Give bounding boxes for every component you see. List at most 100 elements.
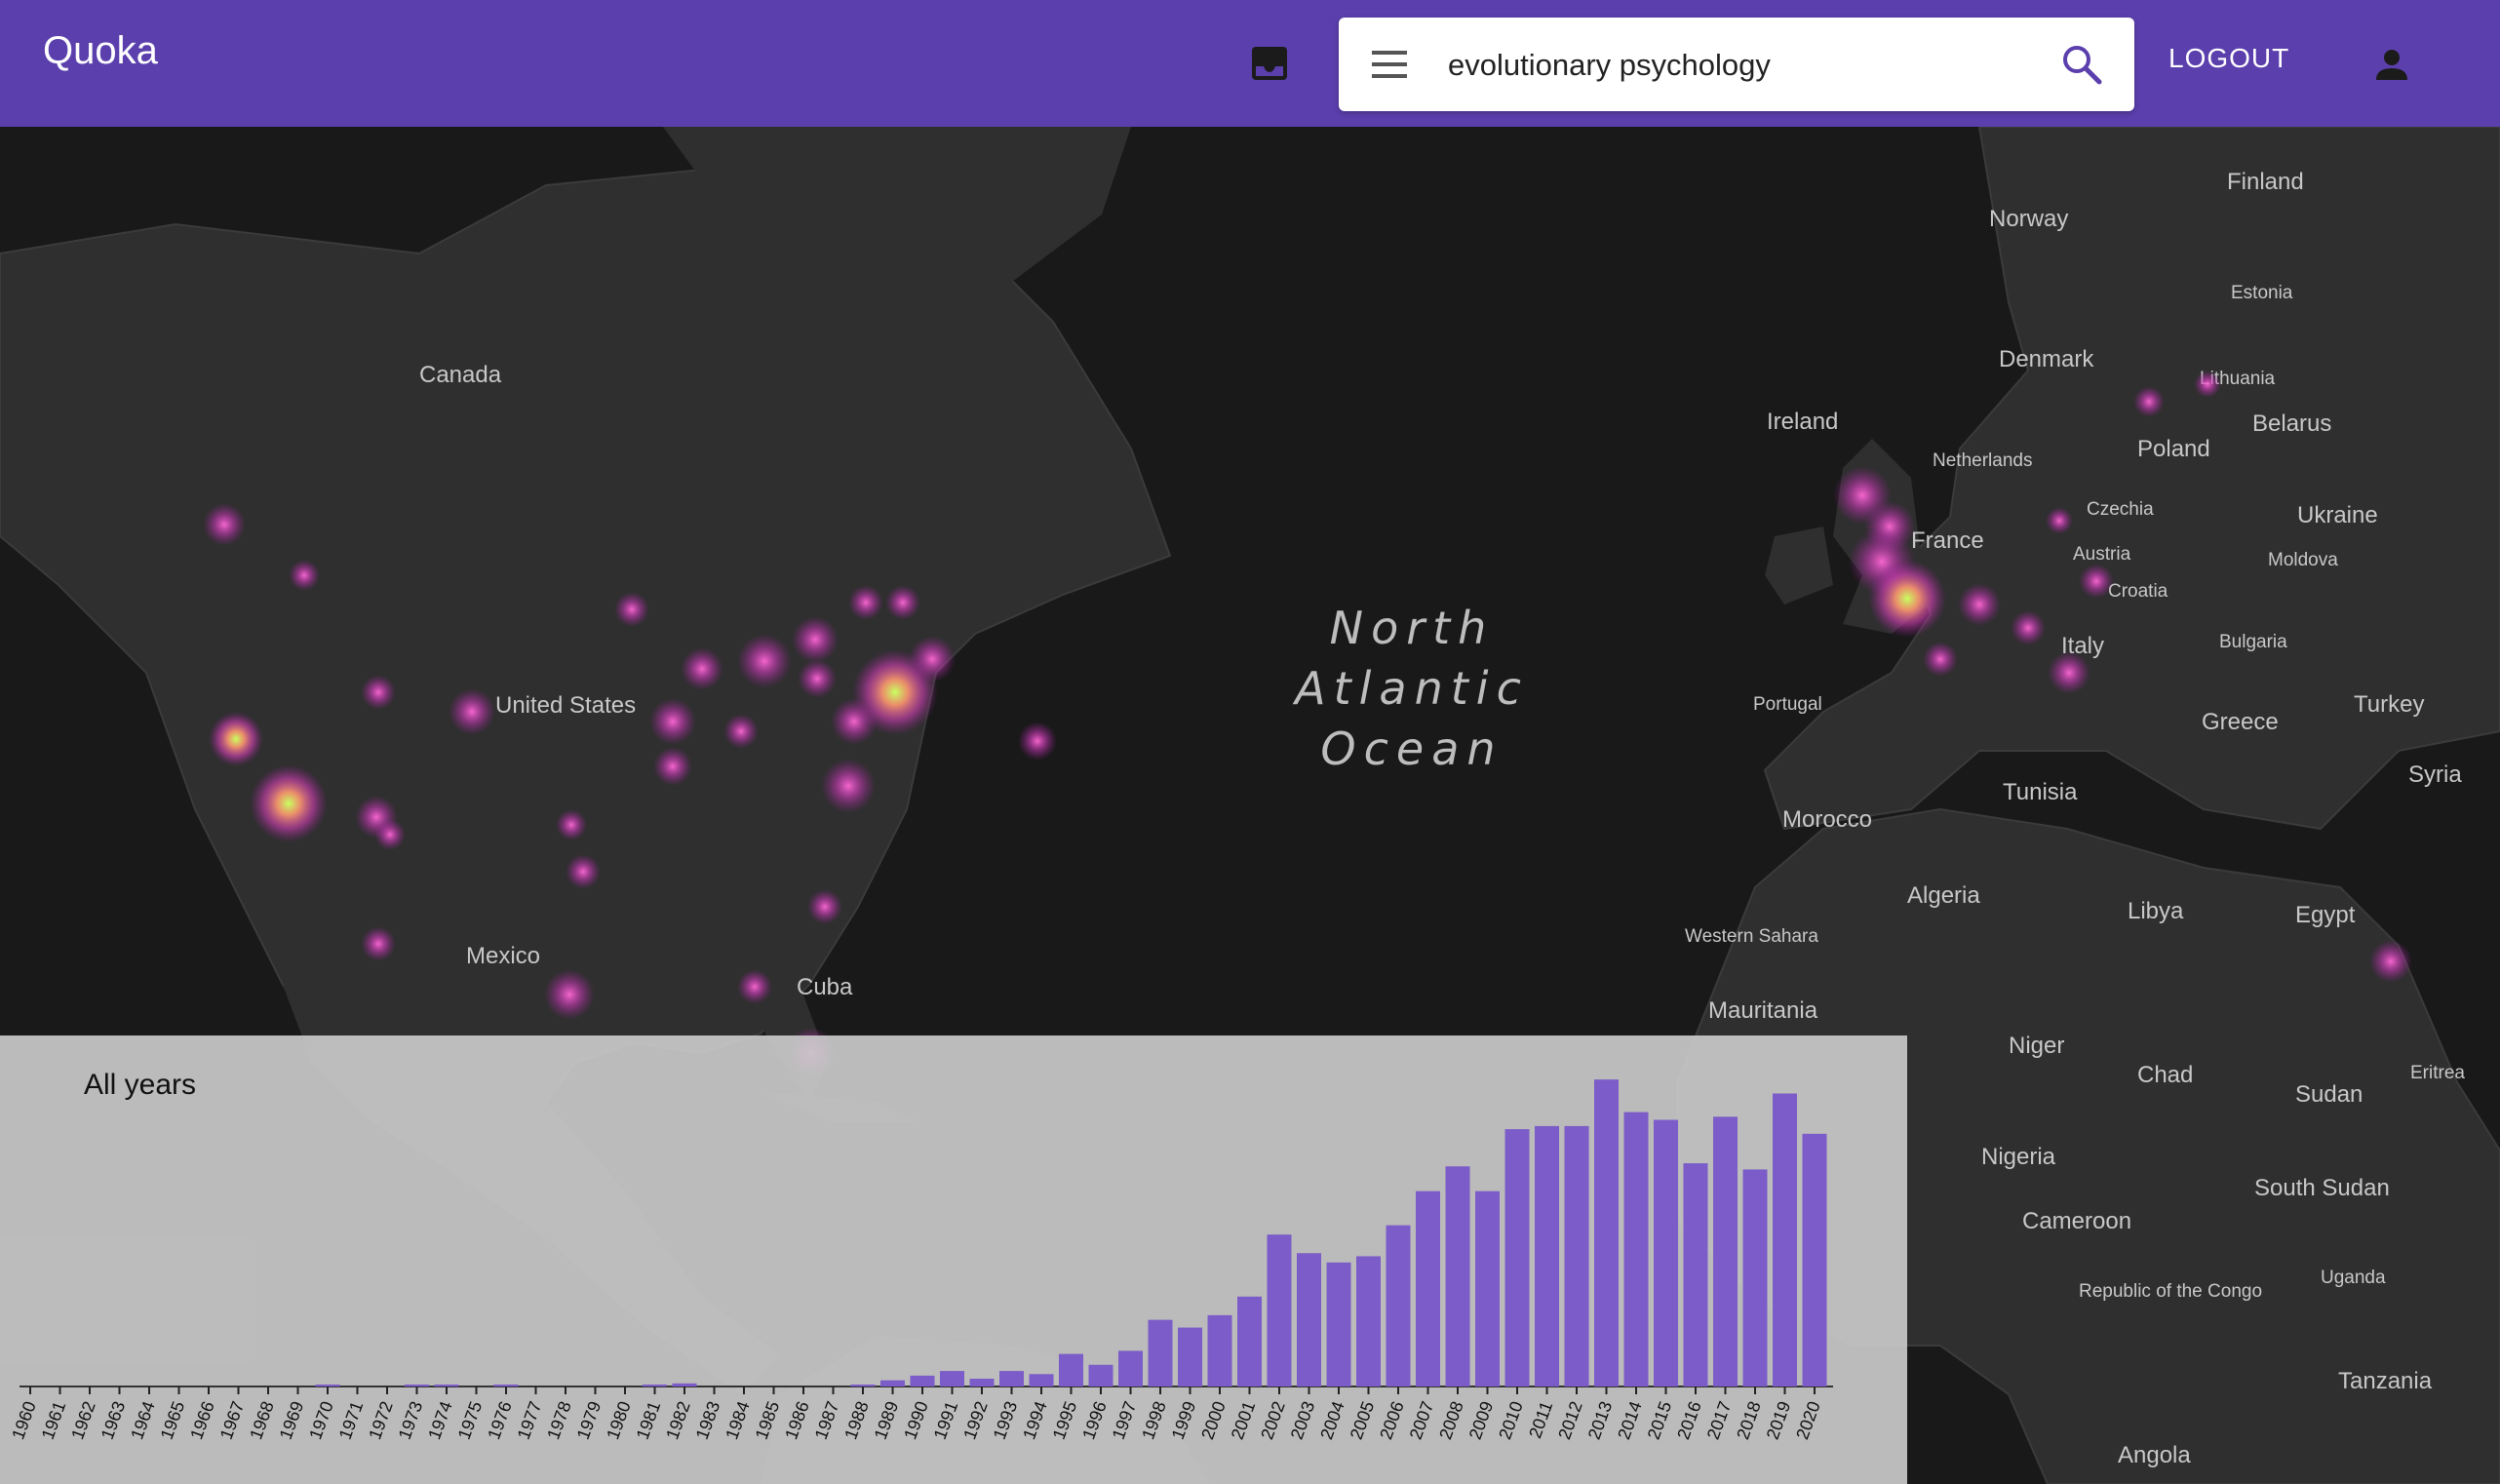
map-label: Estonia bbox=[2231, 283, 2293, 303]
bar-1995[interactable] bbox=[1059, 1353, 1083, 1386]
bar-2015[interactable] bbox=[1654, 1119, 1678, 1386]
x-tick-label: 2010 bbox=[1495, 1399, 1526, 1442]
x-tick-label: 1962 bbox=[67, 1399, 98, 1442]
map-label: Mexico bbox=[466, 943, 540, 969]
bar-2010[interactable] bbox=[1504, 1129, 1530, 1386]
x-tick-label: 1985 bbox=[752, 1399, 783, 1442]
map-label: Greece bbox=[2202, 709, 2279, 735]
x-tick-label: 2016 bbox=[1673, 1399, 1704, 1442]
map-label: Netherlands bbox=[1933, 450, 2032, 471]
map-label: Czechia bbox=[2087, 499, 2154, 520]
bar-1990[interactable] bbox=[910, 1375, 935, 1386]
bar-2008[interactable] bbox=[1445, 1166, 1470, 1386]
x-tick-label: 2000 bbox=[1197, 1399, 1229, 1442]
ocean-label-line-1: North bbox=[1330, 602, 1495, 654]
x-tick-label: 1984 bbox=[722, 1399, 753, 1442]
bar-2006[interactable] bbox=[1386, 1225, 1411, 1386]
x-tick-label: 1997 bbox=[1109, 1399, 1140, 1442]
bar-1973[interactable] bbox=[405, 1385, 429, 1386]
x-tick-label: 1987 bbox=[811, 1399, 842, 1442]
map-label: Uganda bbox=[2321, 1268, 2386, 1288]
bar-2005[interactable] bbox=[1356, 1256, 1381, 1386]
x-tick-label: 1974 bbox=[424, 1399, 455, 1442]
bar-2004[interactable] bbox=[1326, 1262, 1351, 1386]
x-tick-label: 1970 bbox=[305, 1399, 336, 1442]
bar-1970[interactable] bbox=[315, 1385, 340, 1386]
map-label: Portugal bbox=[1753, 694, 1822, 715]
bar-2001[interactable] bbox=[1237, 1296, 1262, 1386]
x-tick-label: 1977 bbox=[514, 1399, 545, 1442]
map-label: Ireland bbox=[1767, 409, 1838, 435]
x-tick-label: 1960 bbox=[8, 1399, 39, 1442]
bar-2017[interactable] bbox=[1713, 1116, 1738, 1386]
x-tick-label: 2020 bbox=[1792, 1399, 1823, 1442]
bar-2019[interactable] bbox=[1773, 1093, 1797, 1386]
map-label: United States bbox=[495, 692, 636, 719]
bar-2018[interactable] bbox=[1742, 1169, 1768, 1386]
x-tick-label: 1982 bbox=[662, 1399, 693, 1442]
map-label: Finland bbox=[2227, 169, 2304, 195]
account-icon[interactable] bbox=[2369, 43, 2414, 88]
map-label: Poland bbox=[2137, 436, 2210, 462]
menu-icon[interactable] bbox=[1370, 47, 1409, 82]
bar-2011[interactable] bbox=[1535, 1125, 1559, 1386]
bar-2012[interactable] bbox=[1564, 1125, 1589, 1386]
bar-2003[interactable] bbox=[1297, 1253, 1321, 1386]
x-tick-label: 2019 bbox=[1763, 1399, 1794, 1442]
map-label: Morocco bbox=[1782, 806, 1872, 833]
x-tick-label: 1991 bbox=[930, 1399, 961, 1442]
bar-1976[interactable] bbox=[493, 1385, 519, 1386]
x-tick-label: 1995 bbox=[1049, 1399, 1080, 1442]
map-label: Egypt bbox=[2295, 902, 2356, 928]
map-label: Moldova bbox=[2268, 550, 2338, 570]
bar-1992[interactable] bbox=[969, 1379, 995, 1386]
x-tick-label: 1972 bbox=[365, 1399, 396, 1442]
bar-2000[interactable] bbox=[1207, 1314, 1232, 1386]
year-histogram-panel: All years 1960 1961 1962 1963 1964 1965 1966 19… bbox=[0, 1035, 1907, 1484]
bar-1988[interactable] bbox=[850, 1385, 876, 1386]
map-label: Eritrea bbox=[2410, 1063, 2465, 1083]
map-label: Mauritania bbox=[1708, 997, 1818, 1024]
inbox-icon[interactable] bbox=[1250, 45, 1289, 82]
x-tick-label: 1964 bbox=[127, 1399, 158, 1442]
bar-1996[interactable] bbox=[1088, 1364, 1113, 1386]
search-input[interactable] bbox=[1446, 37, 2015, 94]
bar-2013[interactable] bbox=[1594, 1079, 1619, 1386]
x-tick-label: 1971 bbox=[335, 1399, 367, 1442]
x-tick-label: 1961 bbox=[38, 1399, 69, 1442]
x-tick-label: 2017 bbox=[1703, 1399, 1735, 1442]
bar-2016[interactable] bbox=[1683, 1163, 1708, 1386]
x-tick-label: 1990 bbox=[900, 1399, 931, 1442]
x-tick-label: 1980 bbox=[603, 1399, 634, 1442]
x-tick-label: 1968 bbox=[246, 1399, 277, 1442]
bar-1993[interactable] bbox=[999, 1371, 1024, 1386]
map-label: France bbox=[1911, 527, 1984, 554]
bar-1974[interactable] bbox=[434, 1385, 459, 1386]
map-label: Cuba bbox=[797, 974, 853, 1000]
map-label: Libya bbox=[2128, 898, 2184, 924]
map-label: Chad bbox=[2137, 1062, 2193, 1088]
bar-1982[interactable] bbox=[672, 1383, 697, 1386]
bar-2020[interactable] bbox=[1802, 1133, 1827, 1386]
bar-1994[interactable] bbox=[1029, 1374, 1054, 1386]
bar-2002[interactable] bbox=[1267, 1234, 1292, 1386]
x-tick-label: 1992 bbox=[959, 1399, 991, 1442]
bar-1998[interactable] bbox=[1148, 1319, 1173, 1386]
x-tick-label: 1976 bbox=[484, 1399, 515, 1442]
map-label: Ukraine bbox=[2297, 502, 2378, 528]
bar-1997[interactable] bbox=[1118, 1350, 1143, 1386]
x-tick-label: 2013 bbox=[1584, 1399, 1616, 1442]
search-icon[interactable] bbox=[2060, 43, 2103, 86]
search-bar bbox=[1339, 18, 2134, 111]
x-tick-label: 1989 bbox=[871, 1399, 902, 1442]
bar-1989[interactable] bbox=[880, 1380, 905, 1386]
x-tick-label: 1969 bbox=[276, 1399, 307, 1442]
logout-button[interactable]: LOGOUT bbox=[2168, 43, 2289, 74]
bar-2009[interactable] bbox=[1475, 1191, 1500, 1386]
bar-1999[interactable] bbox=[1178, 1327, 1202, 1386]
bar-2007[interactable] bbox=[1416, 1191, 1440, 1386]
map-label: Norway bbox=[1989, 206, 2068, 232]
bar-1981[interactable] bbox=[643, 1385, 667, 1386]
bar-1991[interactable] bbox=[940, 1371, 964, 1386]
bar-2014[interactable] bbox=[1623, 1112, 1649, 1386]
